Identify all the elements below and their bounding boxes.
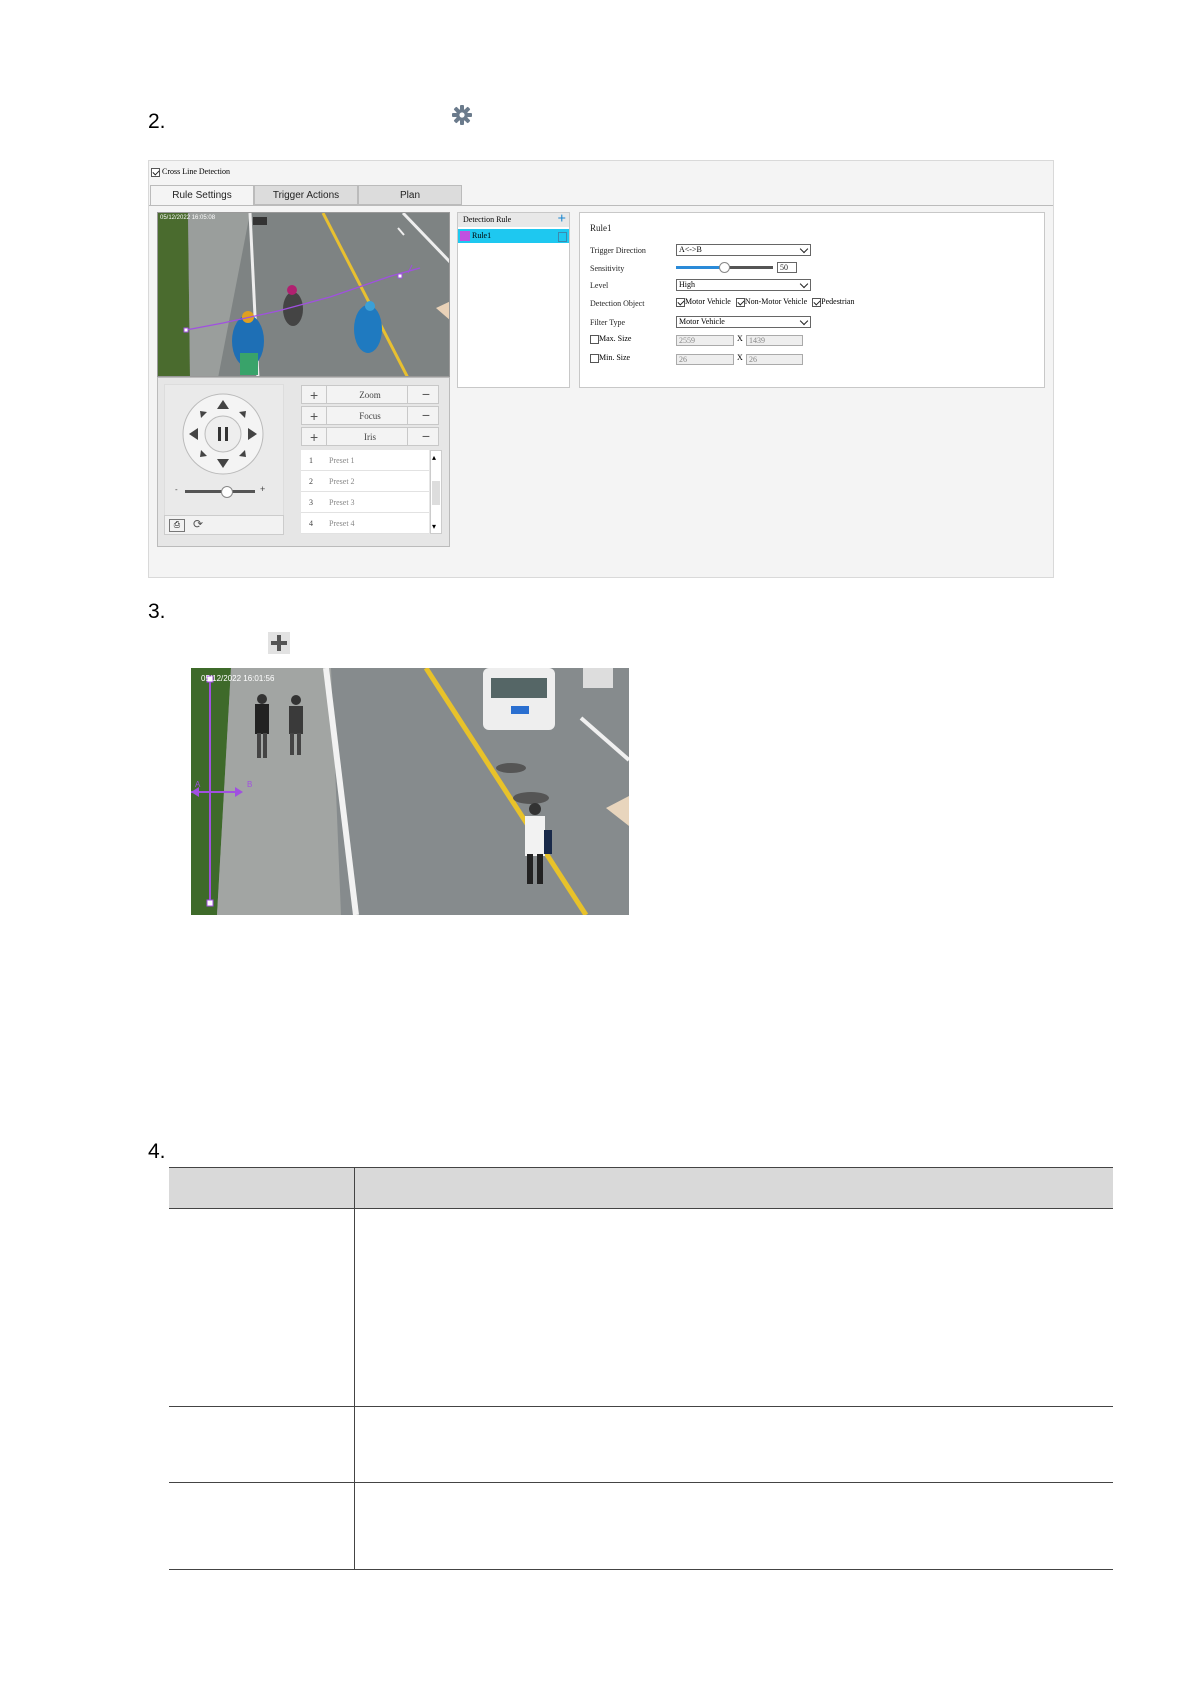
motor-vehicle-label: Motor Vehicle xyxy=(685,297,731,306)
detection-object-options: Motor Vehicle Non-Motor Vehicle Pedestri… xyxy=(676,297,854,307)
focus-label: Focus xyxy=(359,411,381,421)
cross-line-example-image: 05/12/2022 16:01:56 A B xyxy=(191,668,629,915)
preset-row[interactable]: 1 Preset 1 xyxy=(301,450,429,471)
filter-type-label: Filter Type xyxy=(590,318,626,327)
iris-label: Iris xyxy=(364,432,376,442)
motor-vehicle-checkbox[interactable] xyxy=(676,297,685,307)
non-motor-vehicle-label: Non-Motor Vehicle xyxy=(744,297,808,306)
level-label: Level xyxy=(590,281,609,290)
chevron-down-icon[interactable]: ▾ xyxy=(432,522,436,531)
tab-trigger-actions[interactable]: Trigger Actions xyxy=(254,185,358,205)
preset-row[interactable]: 4 Preset 4 xyxy=(301,513,429,534)
enable-label: Cross Line Detection xyxy=(162,167,230,176)
tab-rule-settings[interactable]: Rule Settings xyxy=(150,185,254,206)
add-rule-icon[interactable]: + xyxy=(557,211,566,228)
ptz-toolbar: ⎙ ⟳ xyxy=(164,515,284,535)
min-width-input[interactable]: 26 xyxy=(676,354,734,365)
step-4-number: 4. xyxy=(148,1140,166,1163)
pedestrian-label: Pedestrian xyxy=(821,297,855,306)
parameter-table xyxy=(169,1167,1113,1570)
detection-rule-list: Detection Rule + Rule1 xyxy=(457,211,570,388)
speed-slider-track[interactable] xyxy=(185,490,255,493)
min-size-checkbox[interactable] xyxy=(590,353,599,363)
line-label-a: A xyxy=(195,780,201,789)
gear-icon xyxy=(451,104,473,126)
zoom-label: Zoom xyxy=(359,390,381,400)
min-x-separator: X xyxy=(737,353,743,362)
plus-icon xyxy=(268,632,290,654)
level-select[interactable]: High xyxy=(676,279,811,291)
line-label-b: B xyxy=(247,780,253,789)
table-column-divider xyxy=(354,1167,355,1570)
iris-close-button[interactable]: − xyxy=(422,428,430,444)
image-timestamp: 05/12/2022 16:01:56 xyxy=(201,674,275,683)
min-height-input[interactable]: 26 xyxy=(746,354,803,365)
refresh-icon[interactable]: ⟳ xyxy=(193,517,203,531)
chevron-up-icon[interactable]: ▴ xyxy=(432,453,436,462)
enable-row: Cross Line Detection xyxy=(151,167,230,177)
step-3-number: 3. xyxy=(148,600,166,623)
speed-slider-thumb[interactable] xyxy=(221,486,233,498)
min-size-label: Min. Size xyxy=(599,353,631,362)
rule-item[interactable]: Rule1 xyxy=(458,229,569,243)
detection-object-label: Detection Object xyxy=(590,299,645,308)
preset-row[interactable]: 2 Preset 2 xyxy=(301,471,429,492)
trigger-direction-select[interactable]: A<->B xyxy=(676,244,811,256)
max-size-row: Max. Size xyxy=(590,334,631,344)
ptz-control-panel: - + ⎙ ⟳ + Zoom − + Focus − + Iris − 1 Pr… xyxy=(157,377,450,547)
trigger-direction-label: Trigger Direction xyxy=(590,246,646,255)
rule-item-label: Rule1 xyxy=(472,231,492,240)
filter-type-select[interactable]: Motor Vehicle xyxy=(676,316,811,328)
delete-rule-icon[interactable] xyxy=(558,232,567,242)
max-width-input[interactable]: 2559 xyxy=(676,335,734,346)
sensitivity-slider-thumb[interactable] xyxy=(719,262,730,273)
table-header xyxy=(169,1167,1113,1209)
table-bottom-border xyxy=(169,1569,1113,1570)
min-size-row: Min. Size xyxy=(590,353,630,363)
max-size-checkbox[interactable] xyxy=(590,334,599,344)
non-motor-vehicle-checkbox[interactable] xyxy=(735,297,745,307)
sensitivity-label: Sensitivity xyxy=(590,264,625,273)
max-x-separator: X xyxy=(737,334,743,343)
preset-scrollbar[interactable]: ▴ ▾ xyxy=(430,450,442,534)
rule-settings-form: Rule1 Trigger Direction A<->B Sensitivit… xyxy=(579,212,1045,388)
sensitivity-slider-fill xyxy=(676,266,724,269)
focus-out-button[interactable]: − xyxy=(422,407,430,423)
zoom-out-button[interactable]: − xyxy=(422,386,430,402)
focus-control: + Focus − xyxy=(301,406,439,425)
sensitivity-input[interactable]: 50 xyxy=(777,262,797,273)
preset-row[interactable]: 3 Preset 3 xyxy=(301,492,429,513)
max-height-input[interactable]: 1439 xyxy=(746,335,803,346)
direction-pad-area: - + xyxy=(164,384,284,516)
speed-minus[interactable]: - xyxy=(175,485,178,494)
snapshot-icon[interactable]: ⎙ xyxy=(169,519,185,532)
tab-plan[interactable]: Plan xyxy=(358,185,462,205)
detection-rule-header: Detection Rule xyxy=(458,213,569,227)
step-2-number: 2. xyxy=(148,110,166,133)
max-size-label: Max. Size xyxy=(599,334,632,343)
cross-line-settings-panel: Cross Line Detection Rule Settings Trigg… xyxy=(148,160,1054,578)
rule-title: Rule1 xyxy=(590,223,612,233)
enable-checkbox[interactable] xyxy=(151,167,160,177)
direction-pad[interactable] xyxy=(165,385,283,485)
iris-control: + Iris − xyxy=(301,427,439,446)
zoom-control: + Zoom − xyxy=(301,385,439,404)
pedestrian-checkbox[interactable] xyxy=(812,297,822,307)
rule-color-swatch xyxy=(460,231,470,241)
video-timestamp: 05/12/2022 16:05:08 xyxy=(160,215,216,221)
speed-plus[interactable]: + xyxy=(260,484,265,494)
live-video[interactable]: 05/12/2022 16:05:08 xyxy=(157,212,450,377)
table-row-divider xyxy=(169,1406,1113,1407)
table-row-divider xyxy=(169,1482,1113,1483)
